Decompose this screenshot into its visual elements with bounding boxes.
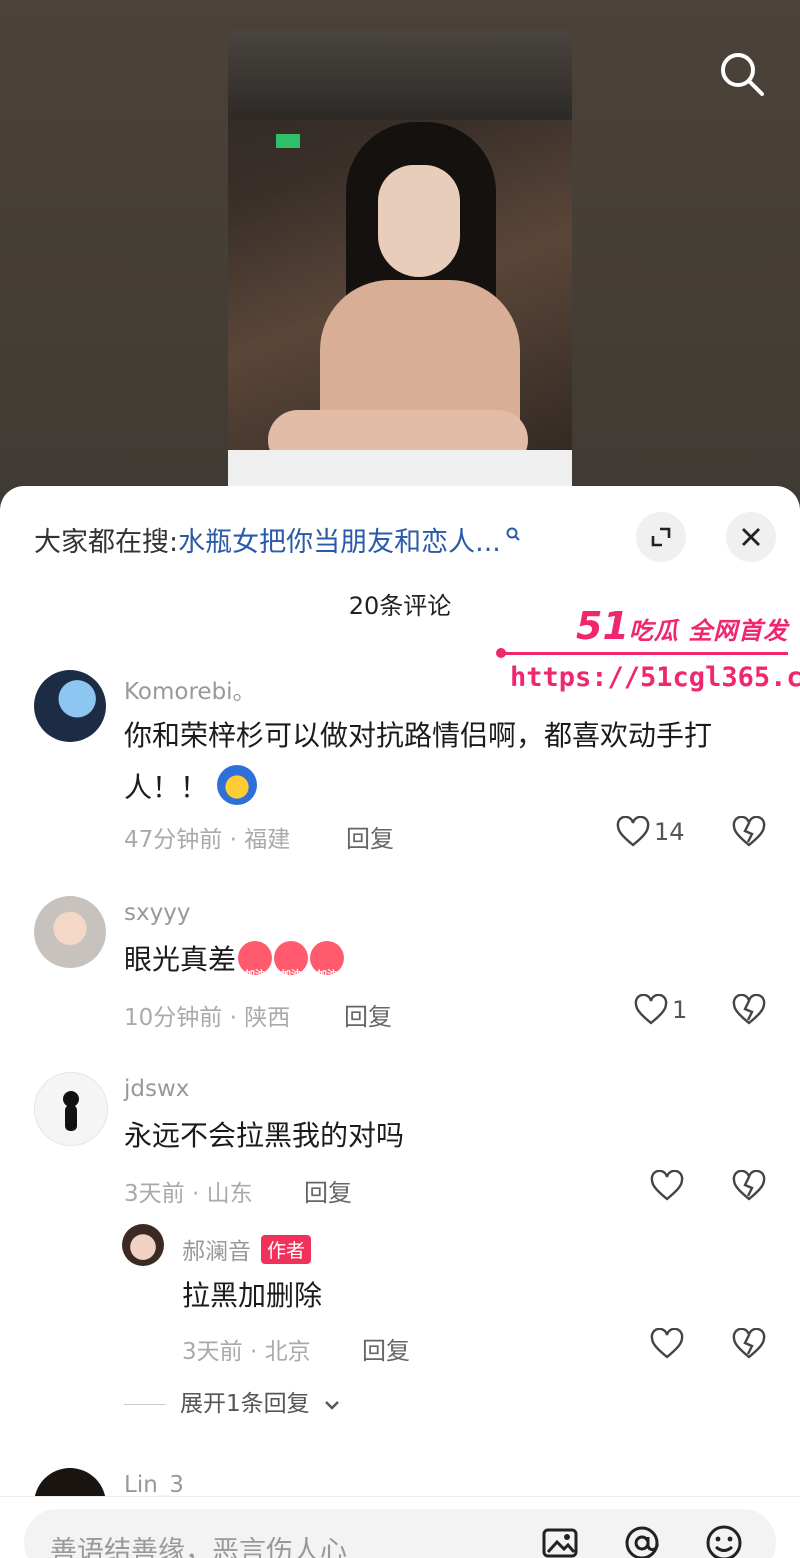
chevron-down-icon xyxy=(325,1401,339,1410)
dislike-button[interactable] xyxy=(732,1169,766,1206)
heart-icon xyxy=(634,994,668,1025)
expand-replies-button[interactable]: 展开1条回复 xyxy=(124,1384,341,1418)
emoji-icon xyxy=(216,765,257,805)
like-button[interactable]: 1 xyxy=(634,994,687,1026)
comment-meta: 3天前 · 山东 xyxy=(124,1181,253,1207)
broken-heart-icon xyxy=(732,993,766,1025)
close-button[interactable] xyxy=(726,512,776,562)
author-badge: 作者 xyxy=(261,1235,312,1264)
comment-meta: 10分钟前 · 陕西 xyxy=(124,1005,291,1031)
comment-meta: 47分钟前 · 福建 xyxy=(124,827,291,853)
expand-icon xyxy=(651,527,671,547)
watermark-number: 51 xyxy=(576,604,629,648)
watermark: 51吃瓜 全网首发 https://51cgl365.com xyxy=(496,604,800,700)
comment-text: 永远不会拉黑我的对吗 xyxy=(124,1119,405,1152)
close-icon xyxy=(742,528,760,546)
comment-input[interactable]: 善语结善缘，恶言伤人心 xyxy=(24,1509,776,1558)
comment-input-bar: 善语结善缘，恶言伤人心 xyxy=(0,1496,800,1558)
comment-sheet: 大家都在搜:水瓶女把你当朋友和恋人... 20条评论 51吃瓜 全网首发 htt… xyxy=(0,486,800,1558)
comment-username[interactable]: Lin_3 xyxy=(124,1472,184,1498)
reply-button[interactable]: 回复 xyxy=(362,1331,410,1366)
search-icon[interactable] xyxy=(716,48,768,100)
comment-input-placeholder: 善语结善缘，恶言伤人心 xyxy=(50,1536,347,1558)
avatar[interactable] xyxy=(34,1072,108,1146)
like-button[interactable]: 14 xyxy=(616,816,685,848)
cheer-emoji-icon: 加油 xyxy=(310,941,345,981)
reply-text: 拉黑加删除 xyxy=(182,1279,323,1312)
reply-username[interactable]: 郝澜音 作者 xyxy=(182,1232,312,1266)
like-button[interactable] xyxy=(650,1328,684,1360)
broken-heart-icon xyxy=(732,1327,766,1359)
reply-button[interactable]: 回复 xyxy=(344,997,392,1032)
like-count: 14 xyxy=(654,818,685,846)
dislike-button[interactable] xyxy=(732,1327,766,1364)
comment-text: 你和荣梓杉可以做对抗路情侣啊，都喜欢动手打人！！ xyxy=(124,719,713,805)
search-mini-icon xyxy=(505,520,523,541)
reply-button[interactable]: 回复 xyxy=(304,1173,352,1208)
comment-text: 眼光真差 加油 加油 加油 xyxy=(124,934,764,986)
comment-username[interactable]: sxyyy xyxy=(124,900,190,926)
reply-meta: 3天前 · 北京 xyxy=(182,1339,311,1365)
heart-icon xyxy=(616,816,650,847)
trending-search[interactable]: 大家都在搜:水瓶女把你当朋友和恋人... xyxy=(34,520,523,559)
heart-icon xyxy=(650,1170,684,1201)
emoji-icon[interactable] xyxy=(704,1523,744,1558)
dislike-button[interactable] xyxy=(732,993,766,1030)
image-icon[interactable] xyxy=(540,1523,580,1558)
avatar[interactable] xyxy=(122,1224,164,1266)
at-icon[interactable] xyxy=(622,1523,662,1558)
dislike-button[interactable] xyxy=(732,815,766,852)
watermark-url: https://51cgl365.com xyxy=(510,662,800,693)
like-count: 1 xyxy=(672,996,688,1024)
reply-button[interactable]: 回复 xyxy=(346,819,394,854)
broken-heart-icon xyxy=(732,1169,766,1201)
expand-fullscreen-button[interactable] xyxy=(636,512,686,562)
like-button[interactable] xyxy=(650,1170,684,1202)
cheer-emoji-icon: 加油 xyxy=(238,941,273,981)
cheer-emoji-icon: 加油 xyxy=(274,941,309,981)
trending-prefix: 大家都在搜: xyxy=(34,527,179,558)
post-photo xyxy=(228,30,572,500)
broken-heart-icon xyxy=(732,815,766,847)
comment-username[interactable]: jdswx xyxy=(124,1076,189,1102)
heart-icon xyxy=(650,1328,684,1359)
comment-username[interactable]: Komorebi。 xyxy=(124,672,256,706)
avatar[interactable] xyxy=(34,670,106,742)
watermark-tagline: 吃瓜 全网首发 xyxy=(628,617,789,645)
trending-query[interactable]: 水瓶女把你当朋友和恋人... xyxy=(178,527,501,558)
video-area[interactable] xyxy=(0,0,800,520)
avatar[interactable] xyxy=(34,896,106,968)
